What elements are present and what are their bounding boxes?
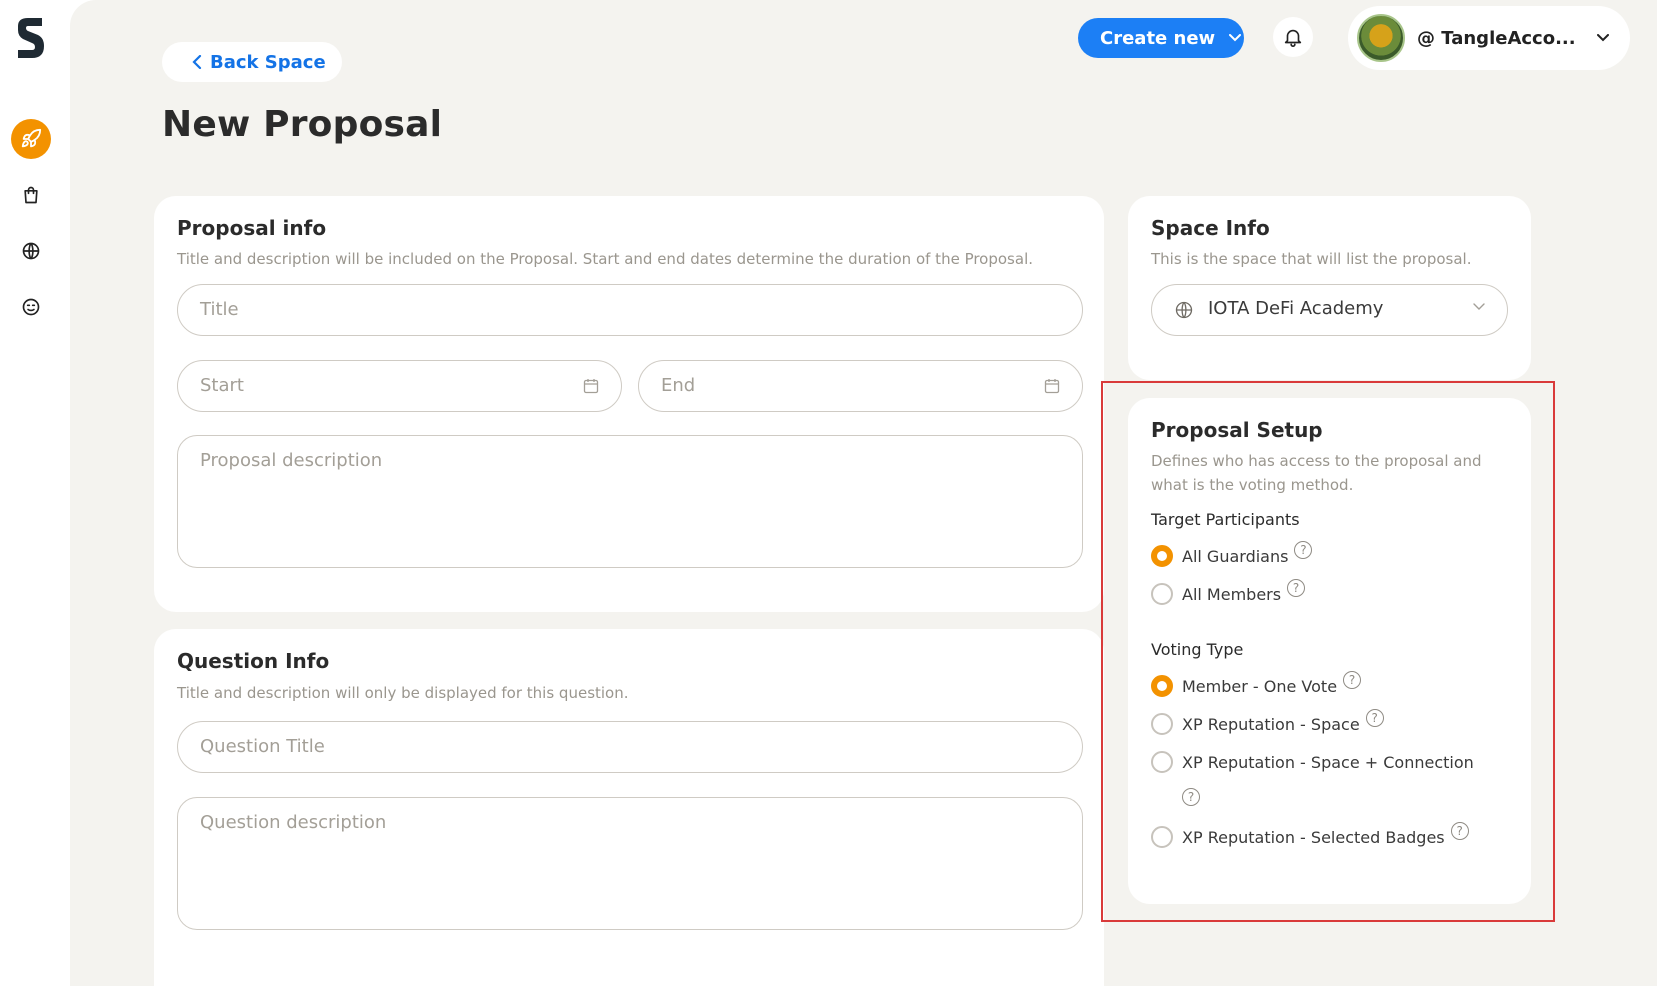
- question-info-title: Question Info: [177, 649, 330, 673]
- sidebar-item-marketplace[interactable]: [11, 175, 51, 215]
- proposal-title-placeholder: Title: [200, 299, 239, 320]
- smiley-icon: [22, 298, 40, 316]
- create-new-label: Create new: [1100, 27, 1216, 49]
- question-title-input[interactable]: Question Title: [177, 721, 1083, 773]
- sidebar-item-rocket[interactable]: [11, 119, 51, 159]
- back-space-button[interactable]: Back Space: [162, 42, 342, 82]
- proposal-info-subtitle: Title and description will be included o…: [177, 250, 1034, 268]
- space-select-value: IOTA DeFi Academy: [1208, 298, 1384, 319]
- question-description-placeholder: Question description: [200, 812, 387, 833]
- calendar-icon: [1044, 379, 1060, 394]
- page-title: New Proposal: [162, 104, 443, 145]
- rocket-icon: [21, 128, 42, 148]
- start-date-input[interactable]: Start: [177, 360, 622, 412]
- question-info-subtitle: Title and description will only be displ…: [177, 684, 629, 702]
- space-info-card: Space Info This is the space that will l…: [1128, 196, 1531, 380]
- space-select[interactable]: IOTA DeFi Academy: [1151, 284, 1508, 336]
- proposal-description-placeholder: Proposal description: [200, 450, 383, 471]
- username: @ TangleAcco...: [1417, 27, 1576, 49]
- shopping-bag-icon: [24, 186, 38, 204]
- end-date-input[interactable]: End: [638, 360, 1083, 412]
- proposal-info-card: Proposal info Title and description will…: [154, 196, 1104, 612]
- avatar: [1357, 14, 1405, 62]
- question-description-textarea[interactable]: Question description: [177, 797, 1083, 930]
- notifications-button[interactable]: [1273, 17, 1313, 57]
- user-menu[interactable]: @ TangleAcco...: [1348, 6, 1630, 70]
- sidebar-item-discover[interactable]: [11, 231, 51, 271]
- create-new-button[interactable]: Create new: [1078, 18, 1244, 58]
- highlight-box: [1101, 381, 1555, 922]
- chevron-down-icon: [1473, 303, 1485, 310]
- question-title-placeholder: Question Title: [200, 736, 325, 757]
- soonaverse-logo-icon[interactable]: [14, 16, 46, 60]
- proposal-description-textarea[interactable]: Proposal description: [177, 435, 1083, 568]
- space-info-subtitle: This is the space that will list the pro…: [1151, 250, 1472, 268]
- start-date-placeholder: Start: [200, 375, 244, 396]
- proposal-title-input[interactable]: Title: [177, 284, 1083, 336]
- space-info-title: Space Info: [1151, 216, 1270, 240]
- globe-icon: [1175, 301, 1193, 319]
- back-space-label: Back Space: [210, 51, 326, 73]
- calendar-icon: [583, 379, 599, 394]
- chevron-down-icon: [1597, 34, 1609, 42]
- sidebar-item-members[interactable]: [11, 287, 51, 327]
- chevron-left-icon: [192, 55, 202, 69]
- end-date-placeholder: End: [661, 375, 696, 396]
- globe-icon: [22, 242, 40, 260]
- chevron-down-icon: [1229, 34, 1242, 42]
- bell-icon: [1284, 29, 1302, 47]
- proposal-info-title: Proposal info: [177, 216, 327, 240]
- sidebar: [0, 0, 70, 986]
- question-info-card: Question Info Title and description will…: [154, 629, 1104, 986]
